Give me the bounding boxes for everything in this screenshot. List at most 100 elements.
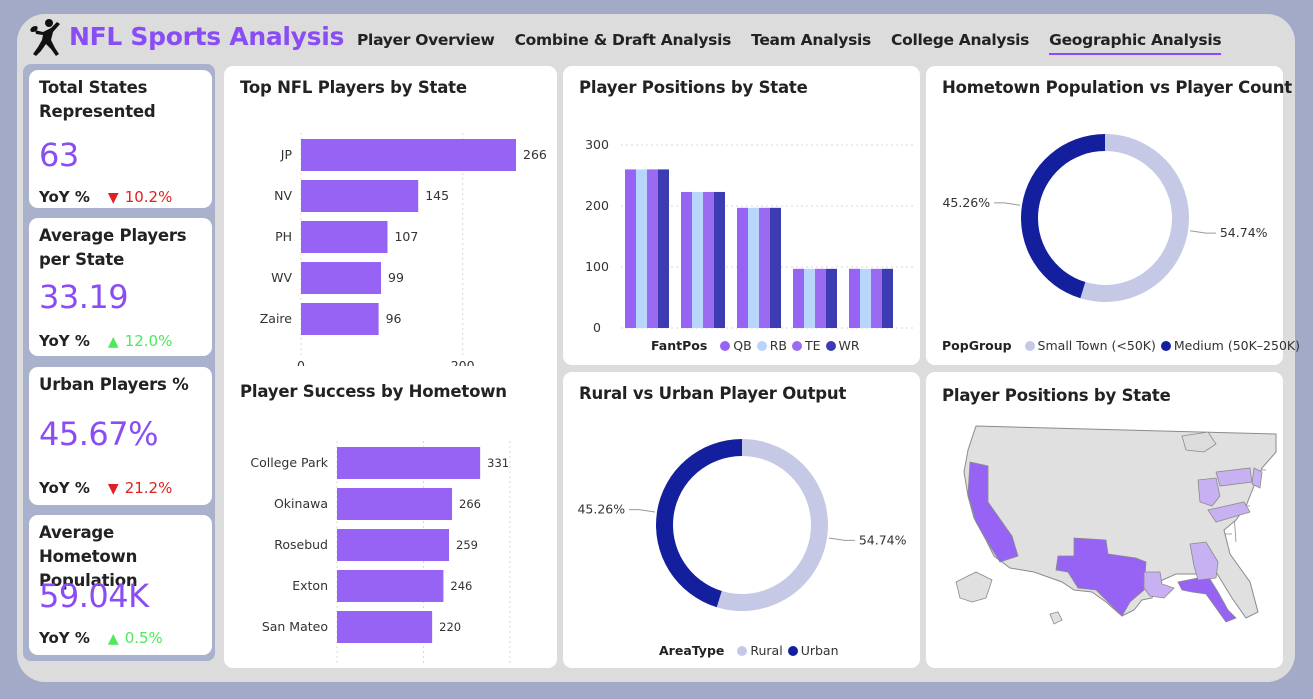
state-ak (955, 571, 993, 603)
donut-slice (716, 439, 828, 611)
panel-rural-urban: Rural vs Urban Player Output 54.74% 45.26… (563, 372, 920, 668)
bar (337, 570, 444, 602)
yoy-label: YoY % (39, 188, 90, 206)
chart-title-map: Player Positions by State (942, 386, 1171, 405)
bar (337, 447, 481, 479)
legend-label: Medium (50K–250K) (1173, 338, 1300, 353)
state-nj (1251, 467, 1263, 489)
category-label: WV (271, 270, 292, 285)
category-label: NV (274, 188, 292, 203)
kpi-yoy: YoY % ▲ 0.5% (39, 629, 163, 647)
panel-bar-charts: Top NFL Players by State 0 200 JP 266 NV 145 P… (224, 66, 557, 668)
bar (815, 268, 826, 328)
app-title: NFL Sports Analysis (69, 22, 345, 51)
yoy-label: YoY % (39, 629, 90, 647)
bar (301, 221, 388, 253)
yoy-value: 0.5% (124, 629, 163, 647)
y-tick-label: 100 (585, 259, 609, 274)
kpi-card-total-states: Total States Represented 63 YoY % ▼ 10.2% (29, 70, 212, 208)
y-tick-label: 200 (585, 198, 609, 213)
bar (636, 169, 647, 328)
panel-positions: Player Positions by State 0100200300CATX… (563, 66, 920, 365)
bar (301, 303, 379, 335)
tab-geographic-analysis[interactable]: Geographic Analysis (1049, 31, 1222, 55)
legend-swatch (737, 646, 748, 656)
bar (714, 191, 725, 328)
yoy-value: 21.2% (124, 479, 173, 497)
tab-team-analysis[interactable]: Team Analysis (751, 31, 871, 53)
bar (692, 191, 703, 328)
kpi-title: Total States Represented (39, 78, 156, 121)
bar (882, 268, 893, 328)
leader-line (1189, 230, 1216, 234)
kpi-value: 63 (39, 136, 79, 174)
category-label: JP (280, 147, 293, 162)
state-hi (1049, 611, 1063, 625)
chart-positions: 0100200300CATXFLLAOH (585, 137, 916, 332)
bar (647, 169, 658, 328)
data-label: 145 (425, 188, 449, 203)
tab-player-overview[interactable]: Player Overview (357, 31, 495, 53)
bar (301, 262, 382, 294)
legend-swatch (1160, 341, 1171, 351)
yoy-label: YoY % (39, 479, 90, 497)
legend-rural-urban: AreaType Rural Urban (659, 643, 839, 658)
bar (337, 529, 450, 561)
category-label: College Park (250, 455, 328, 470)
bar (737, 207, 748, 328)
kpi-card-avg-population: Average Hometown Population 59.04K YoY %… (29, 515, 212, 655)
legend-population: PopGroup Small Town (<50K) Medium (50K–25… (942, 338, 1300, 353)
category-label: Okinawa (274, 496, 328, 511)
dashboard-window: NFL Sports Analysis Player Overview Comb… (17, 14, 1300, 682)
category-label: Exton (292, 578, 328, 593)
arrow-down-icon: ▼ (107, 481, 119, 497)
legend-swatch (1024, 341, 1035, 351)
legend-swatch (720, 341, 731, 351)
x-tick-label: 200 (451, 358, 475, 366)
legend-title: AreaType (659, 643, 725, 658)
category-label: San Mateo (262, 619, 328, 634)
kpi-value: 45.67% (39, 415, 159, 453)
data-label: 45.26% (577, 502, 625, 517)
us-states-map[interactable] (946, 422, 1282, 634)
legend-title: FantPos (651, 338, 708, 353)
data-label: 220 (439, 620, 461, 634)
data-label: 246 (450, 579, 472, 593)
bar (849, 268, 860, 328)
chart-top-players: 0 200 JP 266 NV 145 PH 107 WV 99 Zaire 96 (260, 133, 547, 366)
chart-title-hometown: Player Success by Hometown (240, 382, 507, 401)
tab-combine-draft[interactable]: Combine & Draft Analysis (515, 31, 732, 53)
kpi-yoy: YoY % ▲ 12.0% (39, 332, 172, 350)
donut-slice (656, 439, 742, 608)
bar (681, 191, 692, 328)
legend-label: WR (838, 338, 860, 353)
bar (301, 180, 419, 212)
bar (759, 207, 770, 328)
y-tick-label: 0 (593, 320, 601, 332)
data-label: 331 (487, 456, 509, 470)
bar (748, 207, 759, 328)
chart-title-positions: Player Positions by State (579, 78, 808, 97)
kpi-yoy: YoY % ▼ 21.2% (39, 479, 172, 497)
leader-line (994, 202, 1021, 206)
arrow-up-icon: ▲ (107, 631, 119, 647)
chart-rural-urban-donut: 54.74% 45.26% (577, 439, 907, 611)
bar (804, 268, 815, 328)
chart-population-donut: 54.74% 45.26% (942, 134, 1268, 303)
bar (860, 268, 871, 328)
data-label: 54.74% (859, 532, 907, 547)
legend-positions: FantPos QB RB TE WR (651, 338, 860, 353)
football-player-icon (30, 19, 60, 56)
chart-hometown: 0200400College Park331Okinawa266Rosebud2… (250, 441, 511, 666)
chart-title-top-players: Top NFL Players by State (240, 78, 467, 97)
legend-label: Urban (800, 643, 839, 658)
panel-population: Hometown Population vs Player Count 54.7… (926, 66, 1300, 365)
legend-title: PopGroup (942, 338, 1012, 353)
legend-label: Rural (750, 643, 783, 658)
kpi-card-avg-players: Average Players per State 33.19 YoY % ▲ 12… (29, 218, 212, 356)
tab-college-analysis[interactable]: College Analysis (891, 31, 1029, 53)
arrow-down-icon: ▼ (107, 190, 119, 206)
category-label: Rosebud (274, 537, 328, 552)
yoy-value: 10.2% (124, 188, 173, 206)
legend-label: QB (733, 338, 752, 353)
